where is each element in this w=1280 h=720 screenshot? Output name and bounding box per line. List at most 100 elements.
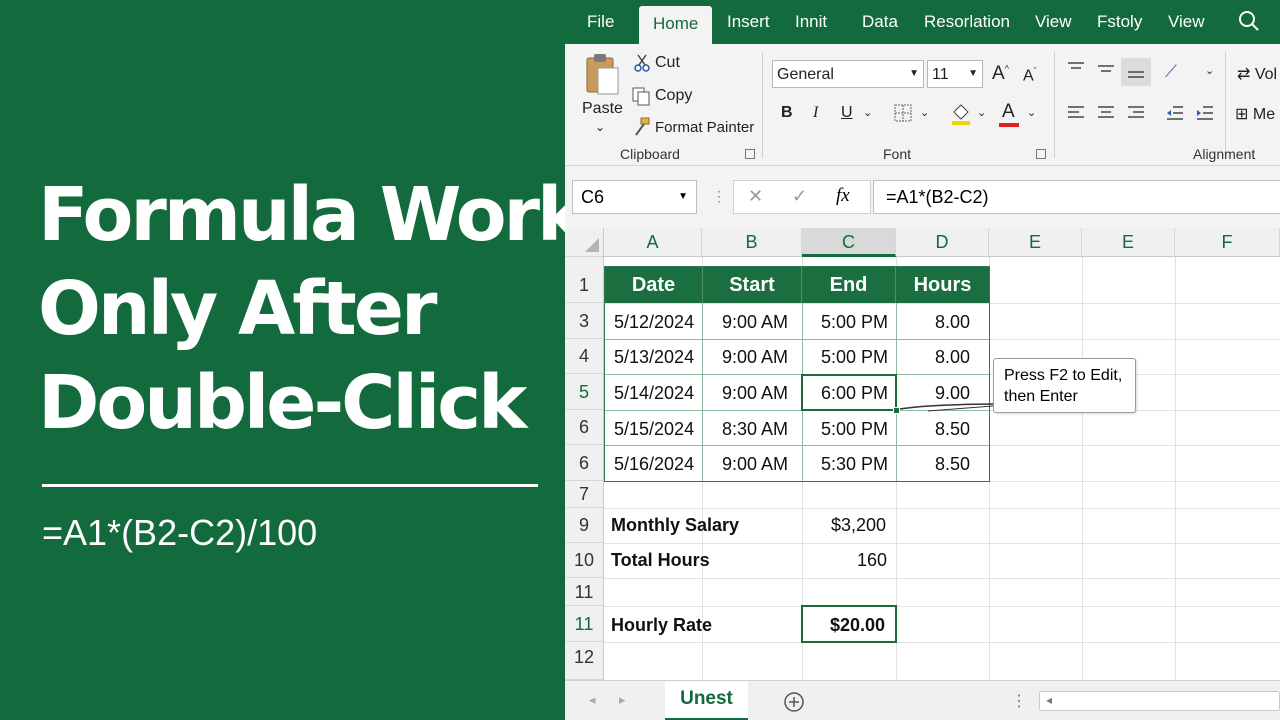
italic-button[interactable]: I [813, 104, 818, 122]
column-header-b[interactable]: B [702, 228, 802, 257]
name-box[interactable]: C6 ▼ [572, 180, 697, 214]
sheet-options-icon[interactable]: ⋮ [1011, 691, 1027, 711]
tab-view[interactable]: View [1035, 12, 1072, 32]
enter-icon[interactable]: ✓ [792, 186, 807, 207]
cut-button[interactable]: Cut [655, 54, 680, 72]
fill-color-icon[interactable] [950, 102, 972, 126]
paste-dropdown-icon[interactable]: ⌄ [595, 120, 605, 134]
row-header[interactable]: 6 [565, 410, 604, 445]
row-header[interactable]: 9 [565, 508, 604, 543]
orientation-icon[interactable]: ⟋ [1165, 62, 1177, 82]
cell-hours[interactable]: 8.00 [935, 347, 970, 368]
clipboard-launcher-icon[interactable] [745, 149, 755, 159]
wrap-text-button[interactable]: ⇄ Vol [1237, 64, 1277, 84]
cell-hours[interactable]: 8.50 [935, 454, 970, 475]
table-header-hours[interactable]: Hours [896, 267, 989, 303]
row-header[interactable]: 6 [565, 445, 604, 481]
tab-innit[interactable]: Innit [795, 12, 827, 32]
scroll-left-arrow-icon[interactable]: ◂ [1046, 693, 1052, 707]
bold-button[interactable]: B [781, 104, 793, 122]
cell-date[interactable]: 5/16/2024 [614, 454, 694, 475]
cell-start[interactable]: 9:00 AM [722, 347, 788, 368]
select-all-corner[interactable] [565, 228, 604, 257]
tab-fstoly[interactable]: Fstoly [1097, 12, 1142, 32]
cell-end[interactable]: 5:00 PM [821, 312, 888, 333]
row-header[interactable]: 11 [565, 578, 604, 606]
cell-date[interactable]: 5/14/2024 [614, 383, 694, 404]
table-header-start[interactable]: Start [703, 267, 802, 303]
row-header[interactable]: 7 [565, 481, 604, 508]
monthly-salary-value[interactable]: $3,200 [831, 515, 886, 536]
column-header-a[interactable]: A [604, 228, 702, 257]
align-top-icon[interactable] [1066, 60, 1086, 76]
align-right-icon[interactable] [1126, 104, 1146, 122]
cell-hours[interactable]: 8.50 [935, 419, 970, 440]
column-header-d[interactable]: D [896, 228, 989, 257]
tab-view-2[interactable]: View [1168, 12, 1205, 32]
scroll-left-icon[interactable]: ◂ [589, 692, 596, 708]
font-launcher-icon[interactable] [1036, 149, 1046, 159]
search-icon[interactable] [1238, 10, 1260, 32]
cell-end[interactable]: 5:00 PM [821, 419, 888, 440]
borders-icon[interactable] [894, 104, 912, 122]
sheet-tab[interactable]: Unest [665, 681, 748, 720]
tab-data[interactable]: Data [862, 12, 898, 32]
paste-button[interactable]: Paste [582, 100, 623, 118]
column-header-e[interactable]: E [989, 228, 1082, 257]
formula-input[interactable]: =A1*(B2-C2) [873, 180, 1280, 214]
cell-start[interactable]: 9:00 AM [722, 312, 788, 333]
font-color-dropdown-icon[interactable]: ⌄ [1027, 106, 1036, 119]
orientation-dropdown-icon[interactable]: ⌄ [1205, 64, 1214, 77]
shrink-font-button[interactable]: Aˇ [1023, 66, 1037, 85]
cell-date[interactable]: 5/13/2024 [614, 347, 694, 368]
font-size-select[interactable]: 11 ▼ [927, 60, 983, 88]
underline-dropdown-icon[interactable]: ⌄ [863, 106, 872, 119]
row-header[interactable]: 1 [565, 267, 604, 303]
total-hours-label[interactable]: Total Hours [611, 550, 710, 571]
copy-button[interactable]: Copy [655, 87, 692, 105]
hourly-rate-label[interactable]: Hourly Rate [611, 615, 712, 636]
selected-cell[interactable] [801, 374, 897, 411]
cell-start[interactable]: 9:00 AM [722, 454, 788, 475]
fill-color-dropdown-icon[interactable]: ⌄ [977, 106, 986, 119]
row-header[interactable]: 4 [565, 339, 604, 374]
more-options-icon[interactable]: ⋮ [712, 188, 726, 205]
scroll-right-icon[interactable]: ▸ [619, 692, 626, 708]
cell-date[interactable]: 5/15/2024 [614, 419, 694, 440]
font-name-select[interactable]: General ▼ [772, 60, 924, 88]
cell-start[interactable]: 8:30 AM [722, 419, 788, 440]
cell-end[interactable]: 5:30 PM [821, 454, 888, 475]
add-sheet-icon[interactable] [783, 691, 805, 713]
total-hours-value[interactable]: 160 [857, 550, 887, 571]
grow-font-button[interactable]: A^ [992, 63, 1009, 85]
align-left-icon[interactable] [1066, 104, 1086, 122]
tab-home[interactable]: Home [639, 6, 713, 44]
merge-button[interactable]: ⊞ Me [1235, 104, 1275, 124]
cell-hours[interactable]: 8.00 [935, 312, 970, 333]
horizontal-scrollbar[interactable]: ◂ [1039, 691, 1280, 711]
align-bottom-button[interactable] [1121, 58, 1151, 86]
font-color-button[interactable]: A [1002, 101, 1015, 123]
cell-end[interactable]: 5:00 PM [821, 347, 888, 368]
row-header[interactable]: 11 [565, 606, 604, 642]
row-header[interactable]: 5 [565, 374, 604, 410]
underline-button[interactable]: U [841, 104, 853, 122]
monthly-salary-label[interactable]: Monthly Salary [611, 515, 739, 536]
decrease-indent-icon[interactable] [1165, 104, 1185, 122]
borders-dropdown-icon[interactable]: ⌄ [920, 106, 929, 119]
table-header-end[interactable]: End [802, 267, 896, 303]
insert-function-button[interactable]: fx [836, 185, 850, 207]
tab-insert[interactable]: Insert [727, 12, 770, 32]
cancel-icon[interactable]: ✕ [748, 186, 763, 207]
row-header[interactable]: 10 [565, 543, 604, 578]
increase-indent-icon[interactable] [1195, 104, 1215, 122]
tab-file[interactable]: File [587, 12, 614, 32]
cell-start[interactable]: 9:00 AM [722, 383, 788, 404]
column-header-f[interactable]: F [1175, 228, 1280, 257]
hourly-rate-value[interactable]: $20.00 [830, 615, 885, 636]
align-middle-icon[interactable] [1096, 60, 1116, 78]
table-header-date[interactable]: Date [605, 267, 703, 303]
format-painter-button[interactable]: Format Painter [655, 119, 754, 136]
cell-date[interactable]: 5/12/2024 [614, 312, 694, 333]
align-center-icon[interactable] [1096, 104, 1116, 122]
